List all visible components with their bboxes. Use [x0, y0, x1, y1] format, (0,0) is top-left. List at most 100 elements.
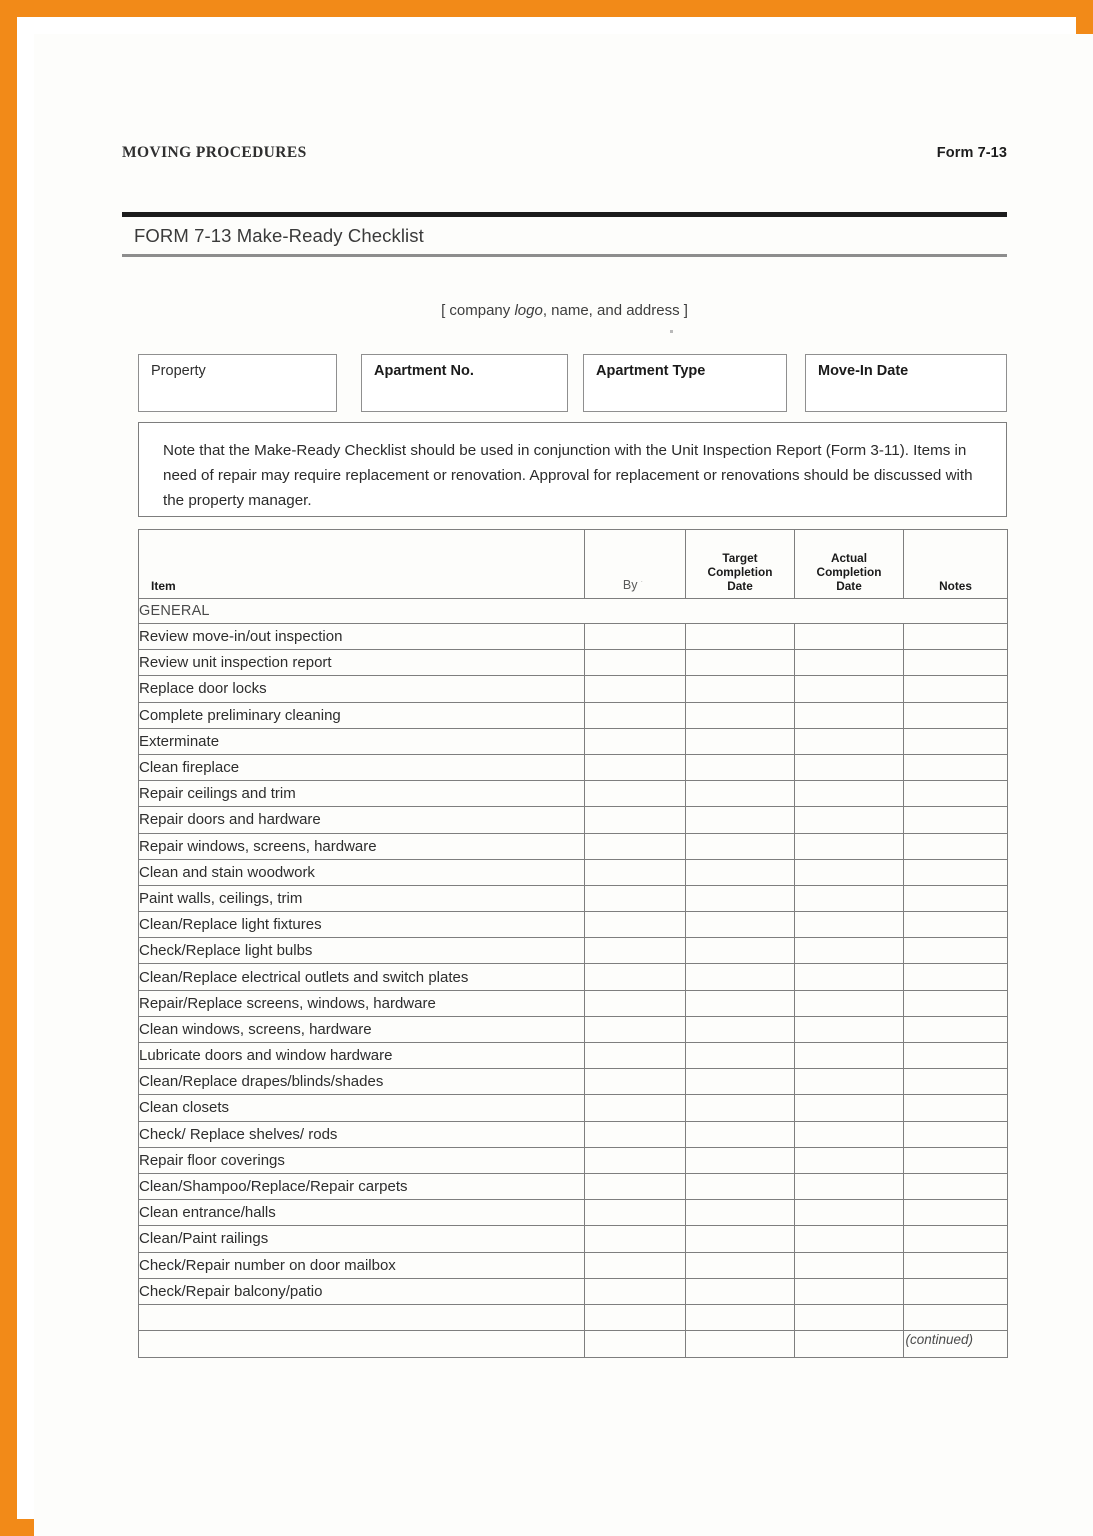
cell-by[interactable]: [584, 675, 686, 703]
cell-notes[interactable]: [903, 780, 1008, 808]
cell-blank[interactable]: [685, 1330, 795, 1358]
cell-target-completion-date[interactable]: [685, 649, 795, 677]
cell-blank[interactable]: [903, 1303, 1008, 1332]
cell-by[interactable]: [584, 649, 686, 677]
cell-actual-completion-date[interactable]: [794, 1146, 904, 1174]
cell-notes[interactable]: [903, 832, 1008, 860]
cell-actual-completion-date[interactable]: [794, 1015, 904, 1044]
cell-actual-completion-date[interactable]: [794, 1277, 904, 1305]
cell-by[interactable]: [584, 753, 686, 782]
cell-target-completion-date[interactable]: [685, 884, 795, 913]
cell-notes[interactable]: [903, 1172, 1008, 1201]
cell-target-completion-date[interactable]: [685, 727, 795, 755]
cell-notes[interactable]: [903, 701, 1008, 729]
cell-target-completion-date[interactable]: [685, 937, 795, 965]
cell-actual-completion-date[interactable]: [794, 649, 904, 677]
cell-by[interactable]: [584, 622, 686, 651]
cell-blank[interactable]: [138, 1303, 585, 1332]
cell-target-completion-date[interactable]: [685, 911, 795, 939]
cell-actual-completion-date[interactable]: [794, 1068, 904, 1096]
cell-notes[interactable]: [903, 884, 1008, 913]
cell-notes[interactable]: [903, 1277, 1008, 1305]
cell-by[interactable]: [584, 1068, 686, 1096]
cell-target-completion-date[interactable]: [685, 1199, 795, 1227]
cell-target-completion-date[interactable]: [685, 1172, 795, 1201]
cell-actual-completion-date[interactable]: [794, 622, 904, 651]
cell-notes[interactable]: [903, 622, 1008, 651]
cell-by[interactable]: [584, 1172, 686, 1201]
cell-target-completion-date[interactable]: [685, 780, 795, 808]
cell-actual-completion-date[interactable]: [794, 1120, 904, 1148]
cell-notes[interactable]: [903, 989, 1008, 1017]
cell-target-completion-date[interactable]: [685, 622, 795, 651]
cell-blank[interactable]: [794, 1303, 904, 1332]
cell-target-completion-date[interactable]: [685, 1094, 795, 1122]
cell-by[interactable]: [584, 727, 686, 755]
cell-actual-completion-date[interactable]: [794, 753, 904, 782]
cell-by[interactable]: [584, 701, 686, 729]
cell-actual-completion-date[interactable]: [794, 806, 904, 834]
cell-notes[interactable]: [903, 1146, 1008, 1174]
cell-notes[interactable]: [903, 858, 1008, 886]
cell-target-completion-date[interactable]: [685, 858, 795, 886]
field-property[interactable]: Property: [138, 354, 337, 412]
cell-by[interactable]: [584, 1120, 686, 1148]
cell-by[interactable]: [584, 780, 686, 808]
cell-target-completion-date[interactable]: [685, 1225, 795, 1253]
cell-notes[interactable]: [903, 753, 1008, 782]
cell-by[interactable]: [584, 1146, 686, 1174]
field-move-in-date[interactable]: Move-In Date: [805, 354, 1007, 412]
cell-by[interactable]: [584, 963, 686, 991]
cell-actual-completion-date[interactable]: [794, 1225, 904, 1253]
cell-blank[interactable]: [685, 1303, 795, 1332]
cell-by[interactable]: [584, 1225, 686, 1253]
cell-actual-completion-date[interactable]: [794, 1251, 904, 1279]
cell-target-completion-date[interactable]: [685, 675, 795, 703]
cell-notes[interactable]: [903, 1199, 1008, 1227]
cell-notes[interactable]: [903, 1251, 1008, 1279]
cell-by[interactable]: [584, 911, 686, 939]
cell-by[interactable]: [584, 1251, 686, 1279]
cell-by[interactable]: [584, 1094, 686, 1122]
cell-actual-completion-date[interactable]: [794, 911, 904, 939]
cell-actual-completion-date[interactable]: [794, 884, 904, 913]
cell-actual-completion-date[interactable]: [794, 675, 904, 703]
cell-actual-completion-date[interactable]: [794, 858, 904, 886]
cell-by[interactable]: [584, 937, 686, 965]
cell-notes[interactable]: [903, 963, 1008, 991]
cell-blank[interactable]: [138, 1330, 585, 1358]
cell-by[interactable]: [584, 806, 686, 834]
cell-notes[interactable]: [903, 675, 1008, 703]
cell-actual-completion-date[interactable]: [794, 780, 904, 808]
cell-notes[interactable]: [903, 1068, 1008, 1096]
cell-notes[interactable]: [903, 911, 1008, 939]
cell-notes[interactable]: [903, 806, 1008, 834]
cell-actual-completion-date[interactable]: [794, 1199, 904, 1227]
cell-notes[interactable]: [903, 727, 1008, 755]
cell-notes[interactable]: [903, 1120, 1008, 1148]
cell-actual-completion-date[interactable]: [794, 1172, 904, 1201]
cell-target-completion-date[interactable]: [685, 1041, 795, 1070]
cell-actual-completion-date[interactable]: [794, 963, 904, 991]
cell-actual-completion-date[interactable]: [794, 989, 904, 1017]
cell-target-completion-date[interactable]: [685, 1015, 795, 1044]
cell-target-completion-date[interactable]: [685, 1146, 795, 1174]
cell-actual-completion-date[interactable]: [794, 937, 904, 965]
cell-notes[interactable]: [903, 937, 1008, 965]
cell-by[interactable]: [584, 1277, 686, 1305]
cell-notes[interactable]: [903, 1094, 1008, 1122]
cell-notes[interactable]: [903, 1041, 1008, 1070]
field-apartment-type[interactable]: Apartment Type: [583, 354, 787, 412]
cell-target-completion-date[interactable]: [685, 963, 795, 991]
cell-target-completion-date[interactable]: [685, 832, 795, 860]
cell-blank[interactable]: [584, 1330, 686, 1358]
cell-actual-completion-date[interactable]: [794, 1041, 904, 1070]
cell-actual-completion-date[interactable]: [794, 727, 904, 755]
cell-by[interactable]: [584, 832, 686, 860]
cell-target-completion-date[interactable]: [685, 753, 795, 782]
cell-target-completion-date[interactable]: [685, 1277, 795, 1305]
cell-target-completion-date[interactable]: [685, 989, 795, 1017]
cell-by[interactable]: [584, 858, 686, 886]
cell-target-completion-date[interactable]: [685, 1251, 795, 1279]
cell-by[interactable]: [584, 989, 686, 1017]
